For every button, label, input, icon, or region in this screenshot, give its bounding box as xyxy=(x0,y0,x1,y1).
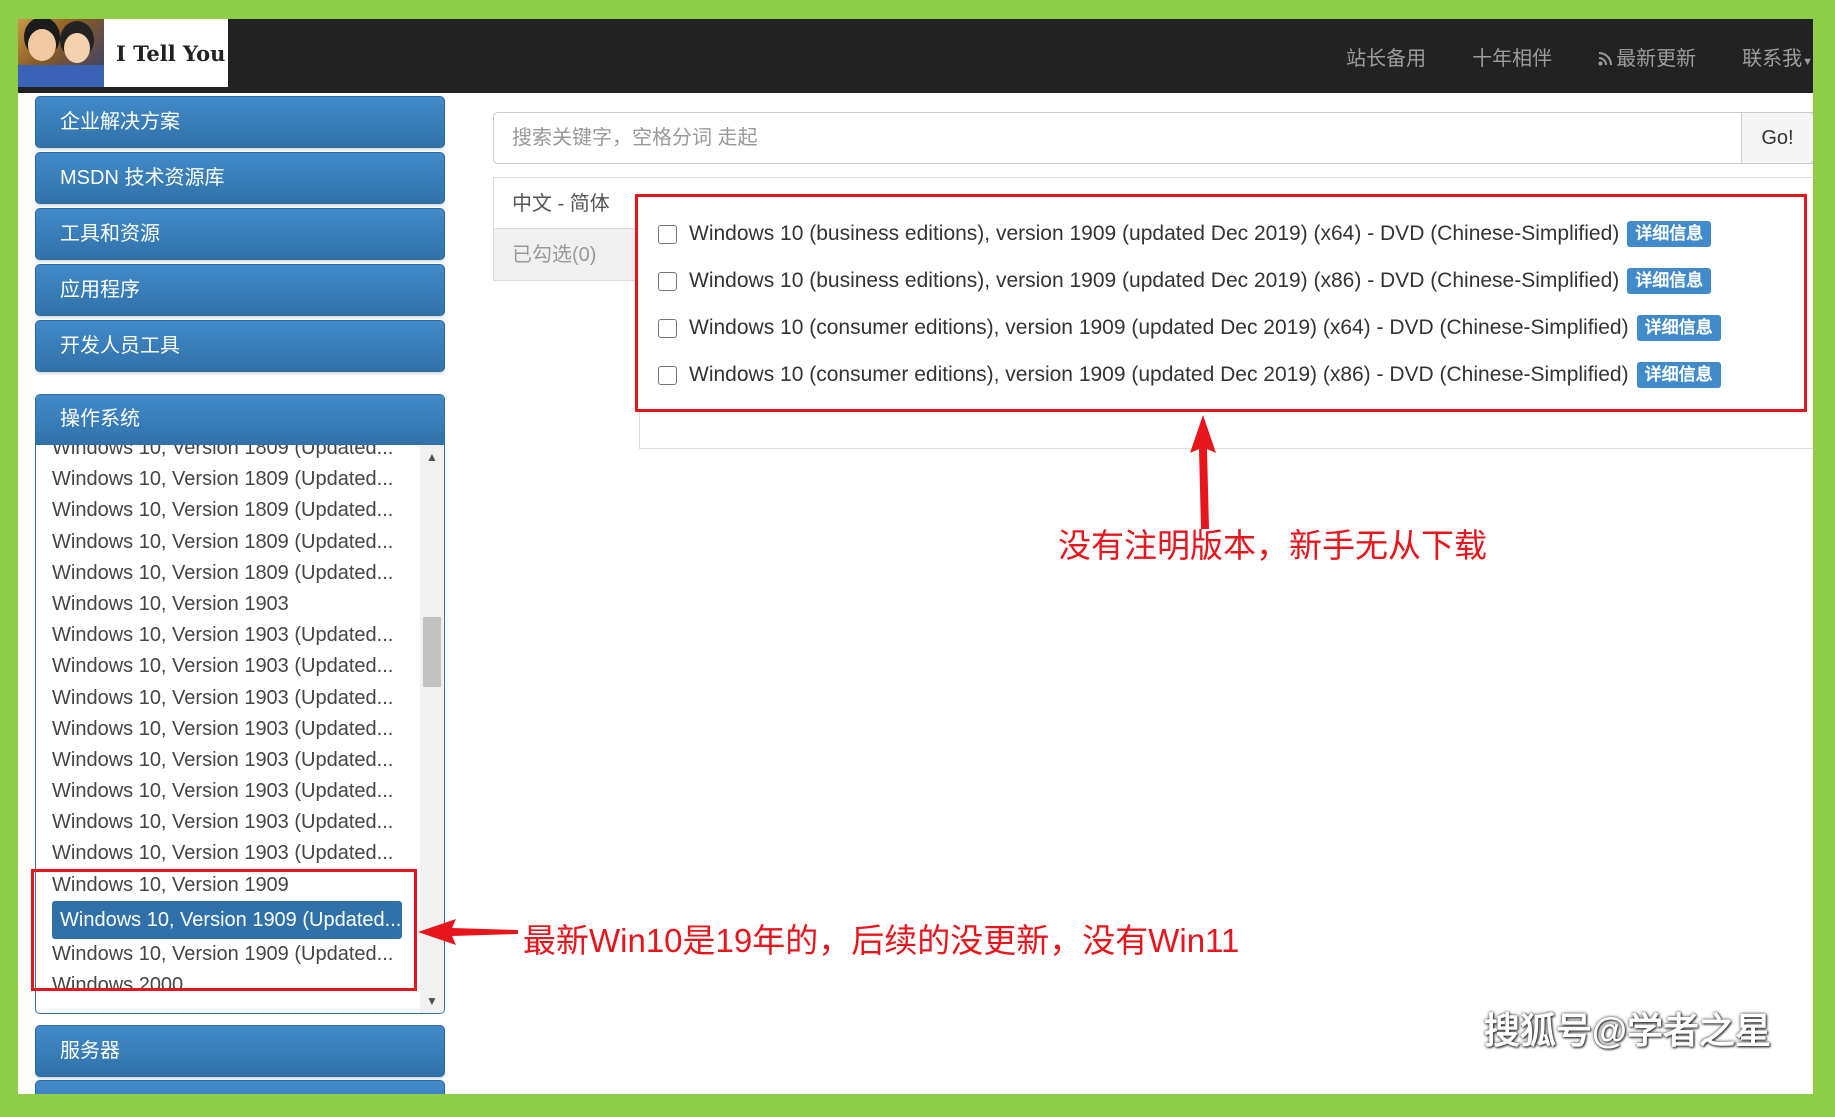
sidebar-section-tools[interactable]: 工具和资源 xyxy=(35,208,445,260)
nav-link-latest-label: 最新更新 xyxy=(1616,47,1697,70)
result-row: Windows 10 (consumer editions), version … xyxy=(658,359,1721,391)
logo-image xyxy=(18,19,104,87)
watermark: 搜狐号@学者之星 xyxy=(1483,1010,1771,1051)
annotation-text-bottom: 最新Win10是19年的，后续的没更新，没有Win11 xyxy=(523,922,1240,959)
result-title: Windows 10 (consumer editions), version … xyxy=(689,316,1629,339)
os-list-item[interactable]: Windows 10, Version 1903 (Updated... xyxy=(36,838,406,869)
os-section-header[interactable]: 操作系统 xyxy=(36,395,444,445)
os-list-item[interactable]: Windows 10, Version 1903 (Updated... xyxy=(36,651,406,682)
nav-link-backup[interactable]: 站长备用 xyxy=(1346,42,1426,71)
site-logo[interactable]: I Tell You xyxy=(18,19,228,87)
language-tabs: 中文 - 简体 已勾选(0) xyxy=(493,177,641,281)
download-results-highlight: Windows 10 (business editions), version … xyxy=(635,194,1807,412)
os-list-item[interactable]: Windows 10, Version 1809 (Updated... xyxy=(36,464,406,495)
os-list-item[interactable]: Windows 10, Version 1903 (Updated... xyxy=(36,807,406,838)
search-bar: Go! xyxy=(493,112,1813,164)
top-navbar: I Tell You 站长备用 十年相伴 最新更新 联系我▼ xyxy=(18,19,1813,93)
tab-selected-count[interactable]: 已勾选(0) xyxy=(493,229,641,281)
result-title: Windows 10 (business editions), version … xyxy=(689,222,1620,245)
result-checkbox[interactable] xyxy=(658,224,677,244)
result-title: Windows 10 (business editions), version … xyxy=(689,269,1620,292)
result-row: Windows 10 (business editions), version … xyxy=(658,265,1712,297)
sidebar-section-devtools[interactable]: 开发人员工具 xyxy=(35,320,445,372)
result-row: Windows 10 (business editions), version … xyxy=(658,218,1712,250)
logo-text: I Tell You xyxy=(116,40,226,66)
result-checkbox[interactable] xyxy=(658,271,677,291)
go-button[interactable]: Go! xyxy=(1741,112,1813,164)
detail-button[interactable]: 详细信息 xyxy=(1627,268,1712,294)
sidebar-section-server[interactable]: 服务器 xyxy=(35,1025,445,1077)
search-input[interactable] xyxy=(494,113,1739,163)
nav-link-contact[interactable]: 联系我▼ xyxy=(1742,42,1813,71)
result-checkbox[interactable] xyxy=(658,318,677,338)
annotation-arrow-left-icon xyxy=(418,919,518,945)
nav-link-latest[interactable]: 最新更新 xyxy=(1598,42,1696,71)
annotation-arrow-up-icon xyxy=(1190,415,1216,529)
nav-link-contact-label: 联系我 xyxy=(1742,47,1803,70)
sidebar-section-enterprise[interactable]: 企业解决方案 xyxy=(35,96,445,148)
detail-button[interactable]: 详细信息 xyxy=(1636,362,1721,388)
detail-button[interactable]: 详细信息 xyxy=(1627,221,1712,247)
os-list-item[interactable]: Windows 10, Version 1809 (Updated... xyxy=(36,495,406,526)
os-list-item[interactable]: Windows 10, Version 1809 (Updated... xyxy=(36,527,406,558)
nav-link-ten-years[interactable]: 十年相伴 xyxy=(1472,42,1552,71)
os-list-item[interactable]: Windows 10, Version 1903 xyxy=(36,589,406,620)
os-list-item[interactable]: Windows 10, Version 1903 (Updated... xyxy=(36,714,406,745)
top-nav-links: 站长备用 十年相伴 最新更新 联系我▼ xyxy=(1300,19,1813,93)
browser-viewport: I Tell You 站长备用 十年相伴 最新更新 联系我▼ 企业解决方案 MS… xyxy=(18,19,1813,1094)
os-list-item[interactable]: Windows 10, Version 1903 (Updated... xyxy=(36,683,406,714)
caret-down-icon: ▼ xyxy=(1802,55,1813,68)
result-row: Windows 10 (consumer editions), version … xyxy=(658,312,1721,344)
scroll-up-arrow-icon[interactable]: ▲ xyxy=(420,445,444,469)
detail-button[interactable]: 详细信息 xyxy=(1636,315,1721,341)
result-title: Windows 10 (consumer editions), version … xyxy=(689,363,1629,386)
os-list-item[interactable]: Windows 10, Version 1809 (Updated... xyxy=(36,445,406,464)
result-checkbox[interactable] xyxy=(658,365,677,385)
sidebar-section-msdn[interactable]: MSDN 技术资源库 xyxy=(35,152,445,204)
scroll-down-arrow-icon[interactable]: ▼ xyxy=(420,989,444,1013)
sidebar-section-next[interactable] xyxy=(35,1080,445,1094)
annotation-text-top: 没有注明版本，新手无从下载 xyxy=(1058,527,1487,564)
os-list-item[interactable]: Windows 10, Version 1809 (Updated... xyxy=(36,558,406,589)
os-list-item[interactable]: Windows 10, Version 1903 (Updated... xyxy=(36,620,406,651)
scroll-thumb[interactable] xyxy=(423,617,441,687)
annotation-box-latest xyxy=(31,869,417,991)
os-list-item[interactable]: Windows 10, Version 1903 (Updated... xyxy=(36,776,406,807)
tab-chinese-simplified[interactable]: 中文 - 简体 xyxy=(493,177,641,229)
sidebar-section-apps[interactable]: 应用程序 xyxy=(35,264,445,316)
rss-icon xyxy=(1598,51,1613,65)
os-list-item[interactable]: Windows 10, Version 1903 (Updated... xyxy=(36,745,406,776)
